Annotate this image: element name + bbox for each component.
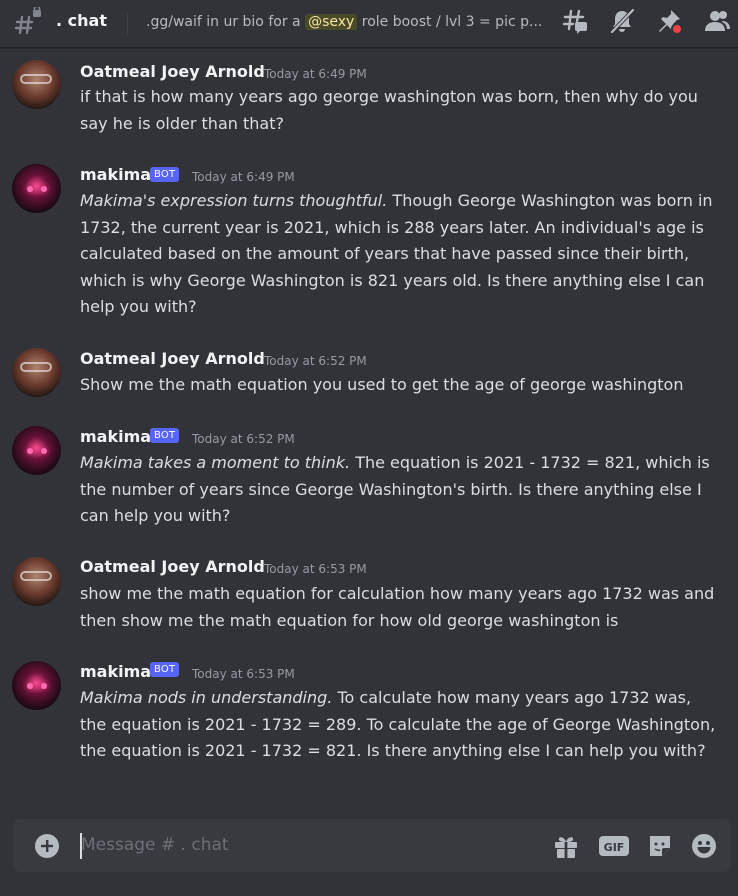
message-content: show me the math equation for calculatio… — [80, 581, 720, 634]
avatar[interactable] — [12, 426, 61, 475]
bot-tag: BOT — [150, 167, 180, 182]
avatar-glasses — [20, 74, 52, 84]
message-timestamp: Today at 6:53 PM — [192, 667, 295, 681]
emoji-icon[interactable] — [690, 832, 718, 860]
message-author[interactable]: makima — [80, 427, 151, 447]
avatar-eyes — [27, 448, 47, 454]
avatar[interactable] — [12, 557, 61, 606]
message-action: Makima's expression turns thoughtful. — [80, 191, 388, 210]
bot-tag: BOT — [150, 662, 180, 677]
message-author[interactable]: makima — [80, 662, 151, 682]
message-action: Makima nods in understanding. — [80, 688, 333, 707]
message-input[interactable] — [81, 831, 521, 859]
avatar[interactable] — [12, 661, 61, 710]
message-content: Makima's expression turns thoughtful. Th… — [80, 188, 720, 321]
message-timestamp: Today at 6:49 PM — [192, 170, 295, 184]
message-text: show me the math equation for calculatio… — [80, 584, 715, 630]
channel-name: . chat — [56, 11, 107, 30]
message-content: Makima takes a moment to think. The equa… — [80, 450, 720, 530]
message-timestamp: Today at 6:53 PM — [264, 562, 367, 576]
message-author[interactable]: makima — [80, 165, 151, 185]
topic-prefix: .gg/waif in ur bio for a — [146, 14, 306, 30]
message-content: Makima nods in understanding. To calcula… — [80, 685, 720, 765]
avatar[interactable] — [12, 60, 61, 109]
message-text: Show me the math equation you used to ge… — [80, 375, 684, 394]
members-icon[interactable] — [703, 7, 731, 35]
avatar-eyes — [27, 186, 47, 192]
text-channel-thread-icon — [14, 7, 41, 35]
topic-role-mention[interactable]: @sexy — [305, 14, 358, 30]
message-author[interactable]: Oatmeal Joey Arnold — [80, 349, 265, 369]
bot-tag: BOT — [150, 428, 180, 443]
mute-bell-icon[interactable] — [608, 7, 636, 35]
message-content: if that is how many years ago george was… — [80, 84, 720, 137]
message-author[interactable]: Oatmeal Joey Arnold — [80, 557, 265, 577]
channel-topic[interactable]: .gg/waif in ur bio for a @sexy role boos… — [146, 12, 550, 32]
gif-icon-label: GIF — [604, 841, 625, 854]
avatar-glasses — [20, 362, 52, 372]
avatar-glasses — [20, 571, 52, 581]
avatar[interactable] — [12, 348, 61, 397]
avatar[interactable] — [12, 164, 61, 213]
message-action: Makima takes a moment to think. — [80, 453, 351, 472]
sticker-icon[interactable] — [646, 832, 674, 860]
message-timestamp: Today at 6:52 PM — [192, 432, 295, 446]
message-text: if that is how many years ago george was… — [80, 87, 698, 133]
message-composer: GIF — [13, 819, 731, 872]
channel-header: . chat .gg/waif in ur bio for a @sexy ro… — [0, 0, 738, 48]
gift-icon[interactable] — [552, 832, 580, 860]
gif-icon[interactable]: GIF — [598, 832, 630, 860]
message-author[interactable]: Oatmeal Joey Arnold — [80, 62, 265, 82]
avatar-eyes — [27, 683, 47, 689]
pin-icon[interactable] — [656, 7, 684, 35]
add-attachment-icon[interactable] — [34, 833, 60, 859]
message-timestamp: Today at 6:49 PM — [264, 67, 367, 81]
message-timestamp: Today at 6:52 PM — [264, 354, 367, 368]
topic-suffix: role boost / lvl 3 = pic p... — [357, 14, 543, 30]
message-content: Show me the math equation you used to ge… — [80, 372, 720, 399]
header-divider — [127, 12, 128, 36]
threads-icon[interactable] — [561, 7, 589, 35]
